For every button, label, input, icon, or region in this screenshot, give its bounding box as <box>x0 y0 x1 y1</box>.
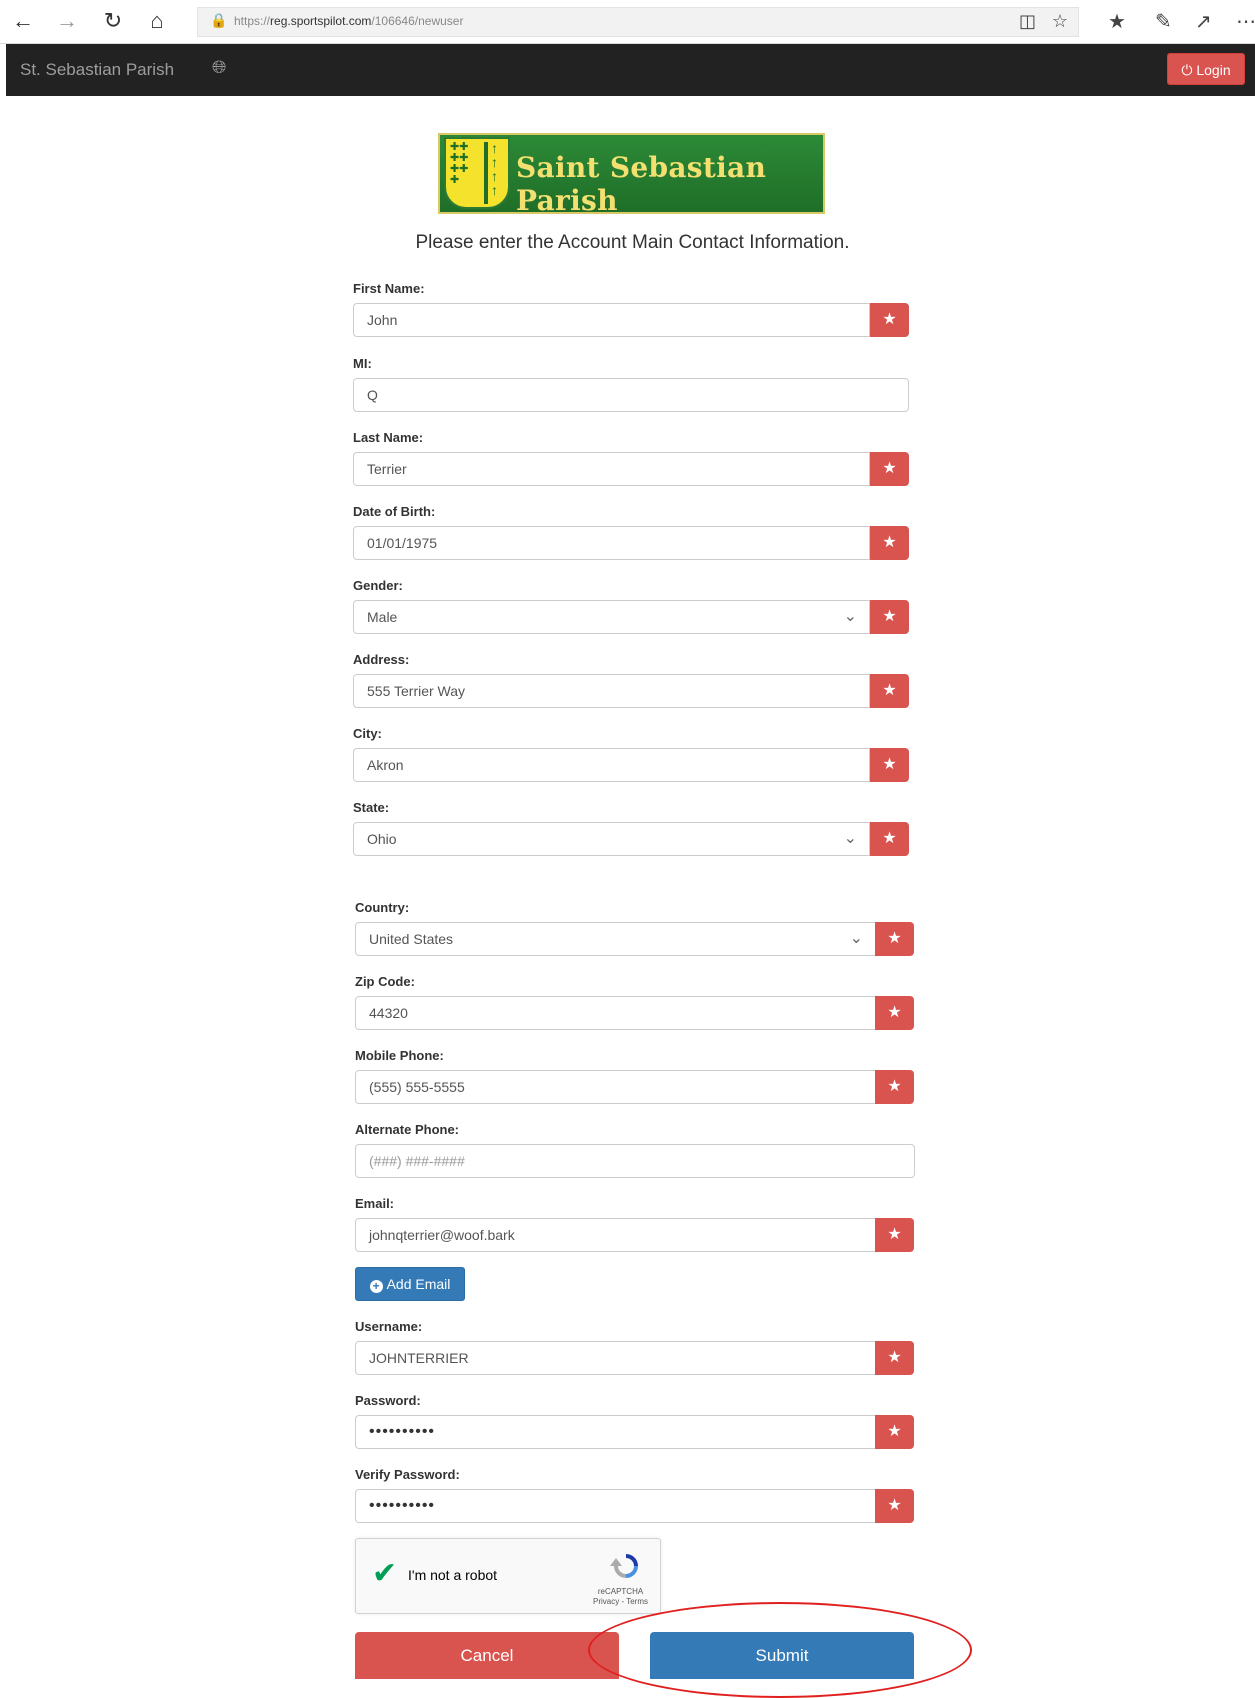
forward-icon[interactable]: → <box>54 8 80 34</box>
site-navbar: St. Sebastian Parish 🌐︎ ⏻︎ Login <box>6 44 1255 96</box>
required-star-icon: ★ <box>870 822 909 856</box>
required-star-icon: ★ <box>870 674 909 708</box>
favorite-star-icon[interactable]: ☆ <box>1052 11 1068 32</box>
chevron-down-icon: ⌄ <box>849 930 863 947</box>
username-input[interactable]: JOHNTERRIER <box>355 1341 876 1375</box>
address-input[interactable]: 555 Terrier Way <box>353 674 870 708</box>
email-input[interactable]: johnqterrier@woof.bark <box>355 1218 876 1252</box>
mobile-phone-input[interactable]: (555) 555-5555 <box>355 1070 876 1104</box>
required-star-icon: ★ <box>870 600 909 634</box>
mobile-phone-label: Mobile Phone: <box>355 1048 444 1063</box>
required-star-icon: ★ <box>875 922 914 956</box>
email-label: Email: <box>355 1196 395 1211</box>
recaptcha-privacy-terms-link[interactable]: Privacy - Terms <box>593 1597 648 1606</box>
logo-title: Saint Sebastian Parish <box>516 151 767 217</box>
dob-input[interactable]: 01/01/1975 <box>353 526 870 560</box>
city-label: City: <box>353 726 382 741</box>
country-select[interactable]: United States ⌄ <box>355 922 876 956</box>
last-name-input[interactable]: Terrier <box>353 452 870 486</box>
browser-toolbar: ← → ↻ ⌂ 🔒 https://reg.sportspilot.com/10… <box>0 0 1255 44</box>
zip-input[interactable]: 44320 <box>355 996 876 1030</box>
url-text: https://reg.sportspilot.com/106646/newus… <box>234 14 464 28</box>
submit-button[interactable]: Submit <box>650 1632 914 1679</box>
gender-label: Gender: <box>353 578 403 593</box>
address-bar[interactable]: 🔒 https://reg.sportspilot.com/106646/new… <box>197 7 1079 37</box>
dob-label: Date of Birth: <box>353 504 436 519</box>
refresh-icon[interactable]: ↻ <box>100 8 126 34</box>
site-brand[interactable]: St. Sebastian Parish <box>20 60 174 80</box>
parish-logo: ✚✚ ✚✚ ✚✚ ✚ ↑ ↑ ↑ ↑ Saint Sebastian Parish <box>438 133 825 217</box>
required-star-icon: ★ <box>875 1489 914 1523</box>
required-star-icon: ★ <box>875 1218 914 1252</box>
country-label: Country: <box>355 900 410 915</box>
mi-label: MI: <box>353 356 372 371</box>
gender-select[interactable]: Male ⌄ <box>353 600 870 634</box>
cancel-button[interactable]: Cancel <box>355 1632 619 1679</box>
first-name-label: First Name: <box>353 281 425 296</box>
back-icon[interactable]: ← <box>10 8 36 34</box>
required-star-icon: ★ <box>875 1070 914 1104</box>
password-input[interactable]: •••••••••• <box>355 1415 876 1449</box>
required-star-icon: ★ <box>875 1341 914 1375</box>
chevron-down-icon: ⌄ <box>843 830 857 847</box>
state-label: State: <box>353 800 390 815</box>
reading-view-icon[interactable]: ◫ <box>1019 11 1036 32</box>
last-name-label: Last Name: <box>353 430 424 445</box>
share-icon[interactable]: ↗ <box>1195 9 1212 34</box>
intro-text: Please enter the Account Main Contact In… <box>415 232 850 253</box>
required-star-icon: ★ <box>870 748 909 782</box>
required-star-icon: ★ <box>875 1415 914 1449</box>
more-icon[interactable]: ⋯ <box>1236 9 1255 34</box>
checkmark-icon[interactable]: ✔ <box>372 1559 397 1589</box>
globe-icon[interactable]: 🌐︎ <box>212 57 226 78</box>
state-select[interactable]: Ohio ⌄ <box>353 822 870 856</box>
recaptcha-branding: reCAPTCHA Privacy - Terms <box>593 1587 648 1606</box>
alternate-phone-input[interactable]: (###) ###-#### <box>355 1144 915 1178</box>
first-name-input[interactable]: John <box>353 303 870 337</box>
recaptcha-logo-icon <box>610 1554 638 1578</box>
favorites-list-icon[interactable]: ★ <box>1108 9 1126 34</box>
password-label: Password: <box>355 1393 421 1408</box>
add-email-button[interactable]: + Add Email <box>355 1267 465 1301</box>
lock-icon: 🔒 <box>210 12 228 28</box>
power-icon: ⏻︎ <box>1181 62 1193 78</box>
shield-crest-icon: ✚✚ ✚✚ ✚✚ ✚ ↑ ↑ ↑ ↑ <box>444 137 510 209</box>
recaptcha-label: I'm not a robot <box>408 1567 498 1583</box>
required-star-icon: ★ <box>870 303 909 337</box>
zip-label: Zip Code: <box>355 974 415 989</box>
required-star-icon: ★ <box>875 996 914 1030</box>
username-label: Username: <box>355 1319 423 1334</box>
plus-circle-icon: + <box>369 1280 383 1293</box>
chevron-down-icon: ⌄ <box>843 608 857 625</box>
home-icon[interactable]: ⌂ <box>144 8 170 34</box>
required-star-icon: ★ <box>870 452 909 486</box>
verify-password-input[interactable]: •••••••••• <box>355 1489 876 1523</box>
mi-input[interactable]: Q <box>353 378 909 412</box>
alternate-phone-label: Alternate Phone: <box>355 1122 460 1137</box>
city-input[interactable]: Akron <box>353 748 870 782</box>
required-star-icon: ★ <box>870 526 909 560</box>
pen-icon[interactable]: ✎ <box>1155 9 1172 34</box>
recaptcha-widget: ✔ I'm not a robot reCAPTCHA Privacy - Te… <box>355 1538 661 1614</box>
verify-password-label: Verify Password: <box>355 1467 460 1482</box>
login-button[interactable]: ⏻︎ Login <box>1167 53 1245 85</box>
address-label: Address: <box>353 652 410 667</box>
